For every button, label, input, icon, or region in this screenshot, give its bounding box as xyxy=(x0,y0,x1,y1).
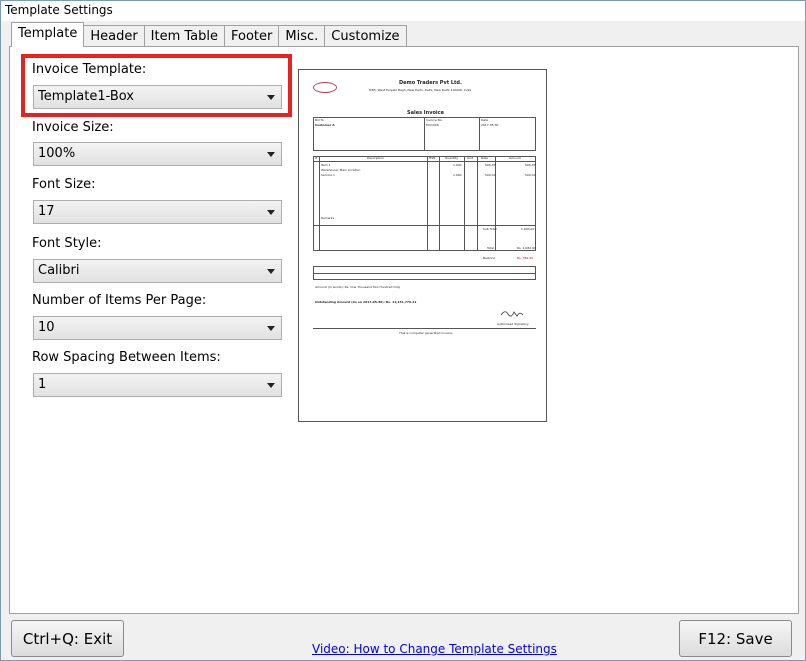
preview-date-label: Date xyxy=(481,118,489,122)
font-size-value: 17 xyxy=(38,204,55,219)
preview-company-name: Demo Traders Pvt Ltd. xyxy=(399,80,462,86)
preview-balance-label: Balance xyxy=(483,256,495,260)
preview-item1-sub: Warehouse: Main Location xyxy=(321,168,361,172)
preview-divider xyxy=(313,161,536,162)
preview-divider xyxy=(479,117,480,151)
invoice-size-select[interactable]: 100% xyxy=(33,142,282,166)
dropdown-arrow-icon xyxy=(267,326,275,331)
preview-divider xyxy=(313,328,536,329)
help-video-link[interactable]: Video: How to Change Template Settings xyxy=(312,642,557,656)
preview-divider xyxy=(313,273,536,274)
company-logo-icon xyxy=(313,82,337,93)
preview-footer: This is computer generated invoice. xyxy=(399,331,453,335)
preview-item1-rate: 500.00 xyxy=(485,163,496,167)
preview-company-address: 8/85, West Punjabi Bagh, New Delhi, Delh… xyxy=(369,88,472,92)
dropdown-arrow-icon xyxy=(267,152,275,157)
preview-balance: Rs. 782.00 xyxy=(517,256,534,260)
preview-col-unit: Unit xyxy=(467,156,474,160)
preview-col-qty: Quantity xyxy=(445,156,458,160)
preview-item2-qty: 1.000 xyxy=(453,173,462,177)
preview-invoice-no: EX/1006 xyxy=(426,123,439,127)
preview-total: Rs. 1,082.00 xyxy=(517,246,536,250)
preview-item2-rate: 500.00 xyxy=(485,173,496,177)
exit-button[interactable]: Ctrl+Q: Exit xyxy=(11,620,124,657)
row-spacing-label: Row Spacing Between Items: xyxy=(32,350,221,365)
preview-divider xyxy=(464,156,465,251)
tab-misc[interactable]: Misc. xyxy=(278,25,326,47)
preview-signatory: Authorised Signatory xyxy=(497,322,529,326)
template-settings-window: Template Settings Template Header Item T… xyxy=(0,0,806,661)
preview-divider xyxy=(495,156,496,251)
preview-customer: Customer A xyxy=(315,123,335,127)
preview-invoice-no-label: Invoice No. xyxy=(426,118,443,122)
items-per-page-value: 10 xyxy=(38,320,55,335)
row-spacing-value: 1 xyxy=(38,377,47,392)
preview-divider xyxy=(319,156,320,251)
invoice-size-label: Invoice Size: xyxy=(32,120,114,135)
window-title: Template Settings xyxy=(1,1,805,21)
preview-divider xyxy=(313,225,536,226)
items-per-page-select[interactable]: 10 xyxy=(33,316,282,340)
preview-divider xyxy=(477,156,478,251)
font-style-value: Calibri xyxy=(38,263,80,278)
preview-divider xyxy=(427,156,428,251)
signature-icon xyxy=(500,311,524,317)
preview-heading: Sales Invoice xyxy=(407,110,444,116)
preview-item2: Service 1 xyxy=(321,173,335,177)
preview-amount-words: Amount (in words): Rs. One Thousand Two … xyxy=(315,285,401,289)
preview-item1-amount: 500.00 xyxy=(525,163,536,167)
row-spacing-select[interactable]: 1 xyxy=(33,373,282,397)
tab-template[interactable]: Template xyxy=(11,22,85,47)
font-style-label: Font Style: xyxy=(32,236,102,251)
preview-col-rate: Rate xyxy=(481,156,488,160)
items-per-page-label: Number of Items Per Page: xyxy=(32,293,207,308)
tab-item-table[interactable]: Item Table xyxy=(143,25,226,47)
tab-footer[interactable]: Footer xyxy=(224,25,280,47)
preview-total-label: Total xyxy=(487,246,495,250)
preview-divider xyxy=(424,117,425,151)
tab-header[interactable]: Header xyxy=(83,25,145,47)
preview-sub-total-label: Sub Total xyxy=(483,227,497,231)
invoice-template-value: Template1-Box xyxy=(38,89,134,104)
preview-outstanding: Outstanding Amount (As on 2017-05-30): R… xyxy=(315,300,417,304)
invoice-size-value: 100% xyxy=(38,146,76,161)
save-button[interactable]: F12: Save xyxy=(679,620,792,657)
font-style-select[interactable]: Calibri xyxy=(33,259,282,283)
dropdown-arrow-icon xyxy=(267,210,275,215)
invoice-preview: Demo Traders Pvt Ltd. 8/85, West Punjabi… xyxy=(298,69,547,422)
preview-item1-qty: 1.000 xyxy=(453,163,462,167)
preview-remarks: Remarks xyxy=(321,216,335,220)
invoice-template-select[interactable]: Template1-Box xyxy=(33,85,282,109)
dropdown-arrow-icon xyxy=(267,383,275,388)
dropdown-arrow-icon xyxy=(267,95,275,100)
tab-bar: Template Header Item Table Footer Misc. … xyxy=(11,22,407,47)
font-size-label: Font Size: xyxy=(32,177,96,192)
dropdown-arrow-icon xyxy=(267,269,275,274)
preview-item2-amount: 500.00 xyxy=(525,173,536,177)
preview-col-amount: Amount xyxy=(509,156,521,160)
preview-divider xyxy=(439,156,440,251)
preview-bill-to: Bill To xyxy=(315,118,324,122)
preview-date: 2017-05-30 xyxy=(481,123,499,127)
tab-customize[interactable]: Customize xyxy=(324,25,407,47)
preview-col-desc: Description xyxy=(367,156,385,160)
preview-col-no: # xyxy=(315,156,318,160)
preview-item1: Item 1 xyxy=(321,163,331,167)
preview-sub-total: 1,000.00 xyxy=(521,227,535,231)
invoice-template-label: Invoice Template: xyxy=(32,62,147,77)
font-size-select[interactable]: 17 xyxy=(33,200,282,224)
preview-col-hsn: HSN xyxy=(429,156,436,160)
